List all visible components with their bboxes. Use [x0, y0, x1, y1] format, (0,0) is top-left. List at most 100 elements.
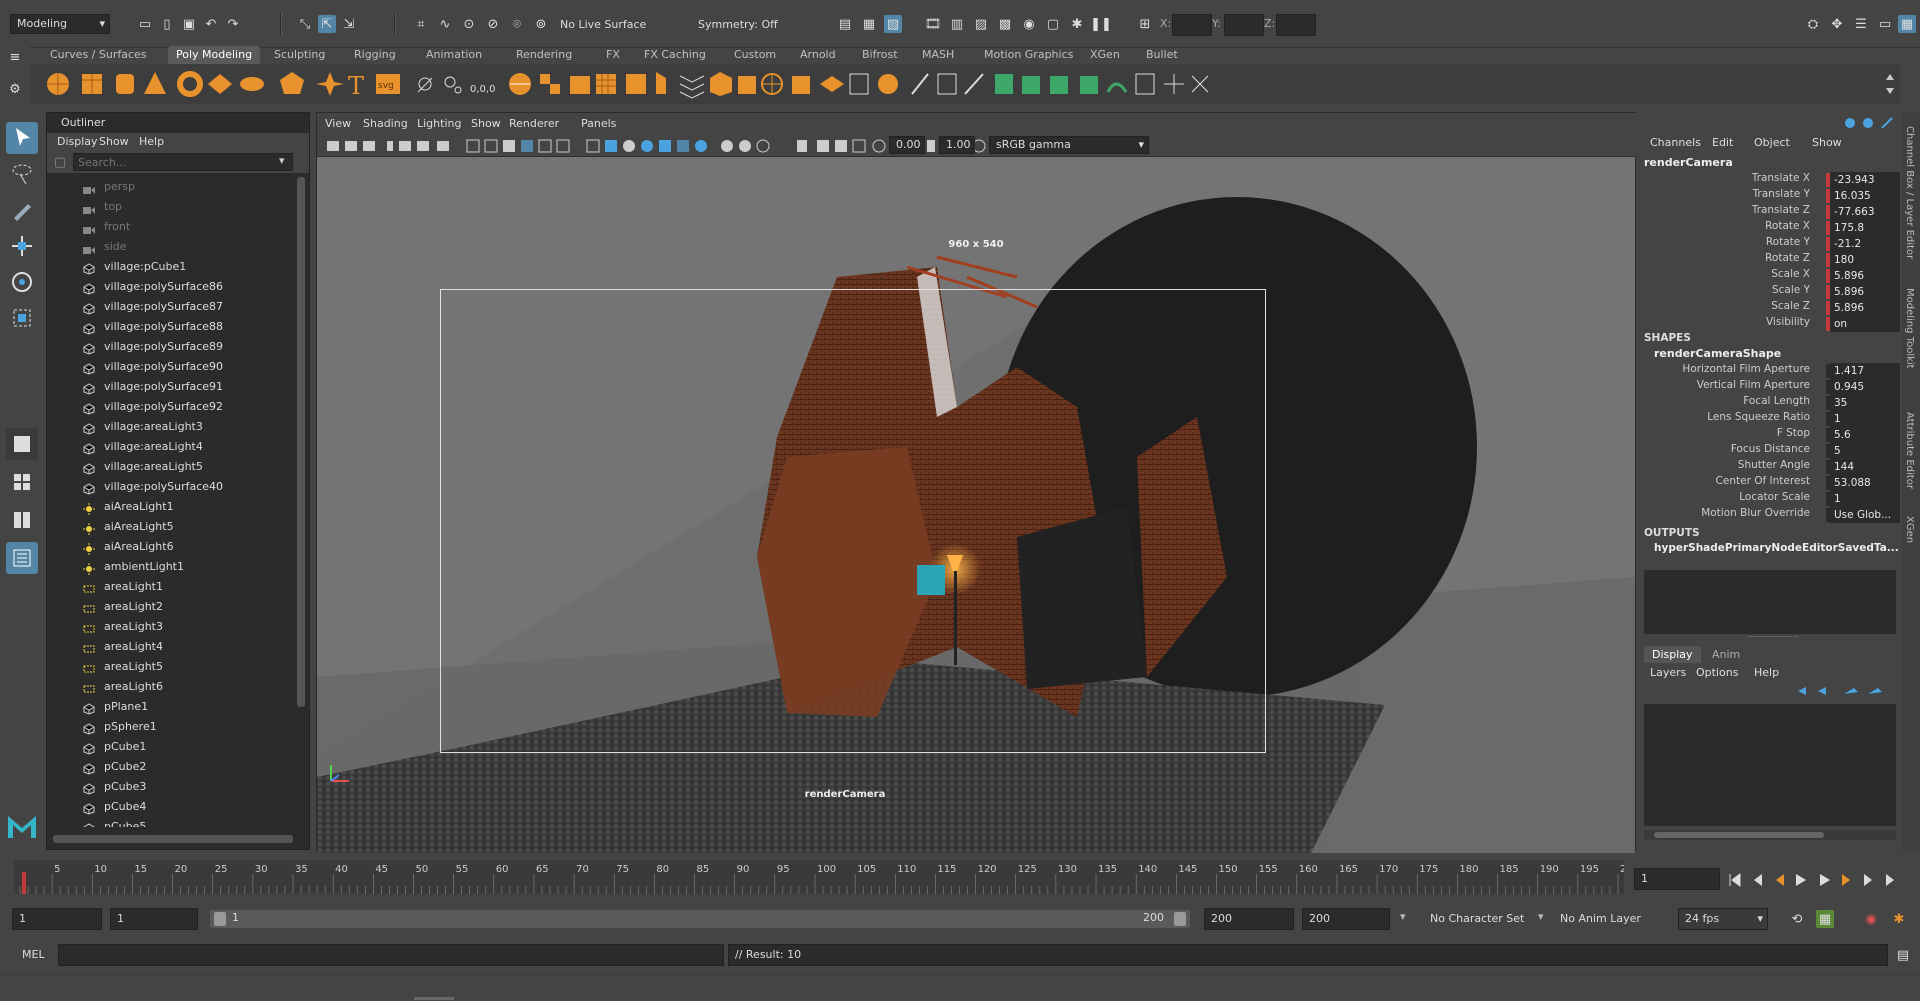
- open-scene-icon[interactable]: ▯: [158, 15, 176, 33]
- rotate-tool-icon[interactable]: [6, 266, 38, 298]
- fps-dropdown[interactable]: 24 fps ▾: [1678, 908, 1768, 930]
- range-start-handle[interactable]: [214, 912, 226, 926]
- channel-value[interactable]: 16.035: [1830, 188, 1900, 204]
- channel-value[interactable]: 5: [1830, 443, 1900, 459]
- channel-value[interactable]: 5.896: [1830, 268, 1900, 284]
- 3d-scene[interactable]: 960 x 540 renderCamera: [317, 157, 1635, 853]
- channel-box-menu-show[interactable]: Show: [1812, 136, 1842, 149]
- outliner-item[interactable]: pCube3: [47, 777, 287, 797]
- outliner-item[interactable]: village:areaLight3: [47, 417, 287, 437]
- save-scene-icon[interactable]: ▣: [180, 15, 198, 33]
- shelf-tab-animation[interactable]: Animation: [418, 46, 490, 64]
- render-settings-icon[interactable]: ▥: [948, 15, 966, 33]
- outliner-item[interactable]: village:polySurface86: [47, 277, 287, 297]
- outliner-item[interactable]: areaLight4: [47, 637, 287, 657]
- channel-value[interactable]: -23.943: [1830, 172, 1900, 188]
- outliner-search-input[interactable]: [73, 153, 293, 171]
- ipr-render-icon[interactable]: ▧: [884, 15, 902, 33]
- mode-selector[interactable]: Modeling ▾: [10, 14, 110, 34]
- sign-in-icon[interactable]: ⛭: [1804, 15, 1822, 33]
- layer-menu-layers[interactable]: Layers: [1650, 666, 1686, 679]
- outliner-item[interactable]: village:polySurface88: [47, 317, 287, 337]
- script-editor-icon[interactable]: ▤: [1894, 946, 1912, 964]
- object-name[interactable]: renderCamera: [1644, 156, 1733, 169]
- outliner-item[interactable]: village:polySurface91: [47, 377, 287, 397]
- shelf-tab-motion-graphics[interactable]: Motion Graphics: [976, 46, 1081, 64]
- attribute-editor-icon[interactable]: ☰: [1852, 15, 1870, 33]
- shelf-tab-mash[interactable]: MASH: [914, 46, 962, 64]
- hypershade-icon[interactable]: ▨: [972, 15, 990, 33]
- animation-end-field[interactable]: 200: [1302, 908, 1390, 930]
- outliner-item[interactable]: areaLight5: [47, 657, 287, 677]
- outliner-hscrollbar[interactable]: [53, 835, 293, 843]
- select-component-icon[interactable]: ⇲: [340, 15, 358, 33]
- channel-value[interactable]: 5.896: [1830, 300, 1900, 316]
- render-frame-icon[interactable]: ▦: [860, 15, 878, 33]
- render-view-icon[interactable]: 🎞: [924, 15, 942, 33]
- outliner-menu-show[interactable]: Show: [99, 135, 129, 148]
- viewport-menu-view[interactable]: View: [325, 117, 351, 130]
- outliner-item[interactable]: ambientLight1: [47, 557, 287, 577]
- z-field[interactable]: [1276, 14, 1316, 36]
- channel-box-header-icons[interactable]: [1844, 116, 1900, 130]
- scale-tool-icon[interactable]: [6, 302, 38, 334]
- channel-value[interactable]: 144: [1830, 459, 1900, 475]
- channel-row[interactable]: Locator Scale 1: [1640, 491, 1902, 507]
- outliner-item[interactable]: aiAreaLight5: [47, 517, 287, 537]
- channel-value[interactable]: on: [1830, 316, 1900, 332]
- new-scene-icon[interactable]: ▭: [136, 15, 154, 33]
- shelf-tab-sculpting[interactable]: Sculpting: [266, 46, 333, 64]
- channel-row[interactable]: Scale Z 5.896: [1640, 300, 1902, 316]
- outliner-item[interactable]: village:polySurface40: [47, 477, 287, 497]
- shelf-tab-fx[interactable]: FX: [598, 46, 628, 64]
- range-bar[interactable]: 1 200: [210, 910, 1190, 928]
- channel-row[interactable]: Motion Blur Override Use Glob...: [1640, 507, 1902, 523]
- layer-tab-display[interactable]: Display: [1644, 646, 1701, 663]
- outliner-item[interactable]: pCube1: [47, 737, 287, 757]
- snap-surface-icon[interactable]: ⌾: [508, 15, 526, 33]
- playback-controls[interactable]: [1726, 870, 1916, 890]
- tool-settings-icon[interactable]: ▭: [1876, 15, 1894, 33]
- viewport-menu-panels[interactable]: Panels: [581, 117, 616, 130]
- chevron-down-icon[interactable]: ▾: [279, 154, 285, 167]
- outliner-item[interactable]: front: [47, 217, 287, 237]
- color-space-dropdown[interactable]: sRGB gamma ▾: [989, 136, 1149, 154]
- arnold-render-icon[interactable]: ◉: [1020, 15, 1038, 33]
- auto-key-icon[interactable]: ▦: [1816, 910, 1834, 928]
- animation-start-field[interactable]: 1: [12, 908, 102, 930]
- select-tool-icon[interactable]: [6, 122, 38, 154]
- outliner-item[interactable]: village:areaLight4: [47, 437, 287, 457]
- shelf-tab-curves-surfaces[interactable]: Curves / Surfaces: [42, 46, 155, 64]
- panel-splitter[interactable]: [1748, 636, 1798, 640]
- outliner-menu-display[interactable]: Display: [57, 135, 98, 148]
- outliner-item[interactable]: top: [47, 197, 287, 217]
- outliner-item[interactable]: aiAreaLight6: [47, 537, 287, 557]
- time-ruler[interactable]: 5 10 15 20 25 30 35 40 45 50 55 60 65 70 75 80 85 90 95 100…: [14, 860, 1639, 894]
- preferences-icon[interactable]: ✱: [1890, 910, 1908, 928]
- outliner-menu-help[interactable]: Help: [139, 135, 164, 148]
- outliner-scrollbar[interactable]: [297, 177, 305, 707]
- y-field[interactable]: [1224, 14, 1264, 36]
- channel-value[interactable]: Use Glob...: [1830, 507, 1900, 523]
- channel-row[interactable]: Visibility on: [1640, 316, 1902, 332]
- channel-value[interactable]: -77.663: [1830, 204, 1900, 220]
- channel-box-menu-edit[interactable]: Edit: [1712, 136, 1733, 149]
- filter-icon[interactable]: ▢: [51, 153, 69, 171]
- redo-icon[interactable]: ↷: [224, 15, 242, 33]
- gear-icon[interactable]: ⚙: [6, 80, 24, 98]
- channel-value[interactable]: 1: [1830, 491, 1900, 507]
- channel-row[interactable]: Vertical Film Aperture 0.945: [1640, 379, 1902, 395]
- live-surface-label[interactable]: No Live Surface: [560, 15, 670, 35]
- snap-view-icon[interactable]: ⊘: [484, 15, 502, 33]
- shape-name[interactable]: renderCameraShape: [1654, 347, 1781, 360]
- channel-box-menu-object[interactable]: Object: [1754, 136, 1790, 149]
- arnold-settings-icon[interactable]: ✱: [1068, 15, 1086, 33]
- split-view-layout-icon[interactable]: [6, 504, 38, 536]
- layer-hscrollbar[interactable]: [1644, 830, 1896, 840]
- construction-history-icon[interactable]: ▤: [836, 15, 854, 33]
- select-hierarchy-icon[interactable]: ⤡: [296, 15, 314, 33]
- channel-row[interactable]: Translate Y 16.035: [1640, 188, 1902, 204]
- transform-mode-icon[interactable]: ⊞: [1136, 15, 1154, 33]
- side-tab-modeling-toolkit[interactable]: Modeling Toolkit: [1904, 288, 1915, 369]
- outliner-item[interactable]: areaLight1: [47, 577, 287, 597]
